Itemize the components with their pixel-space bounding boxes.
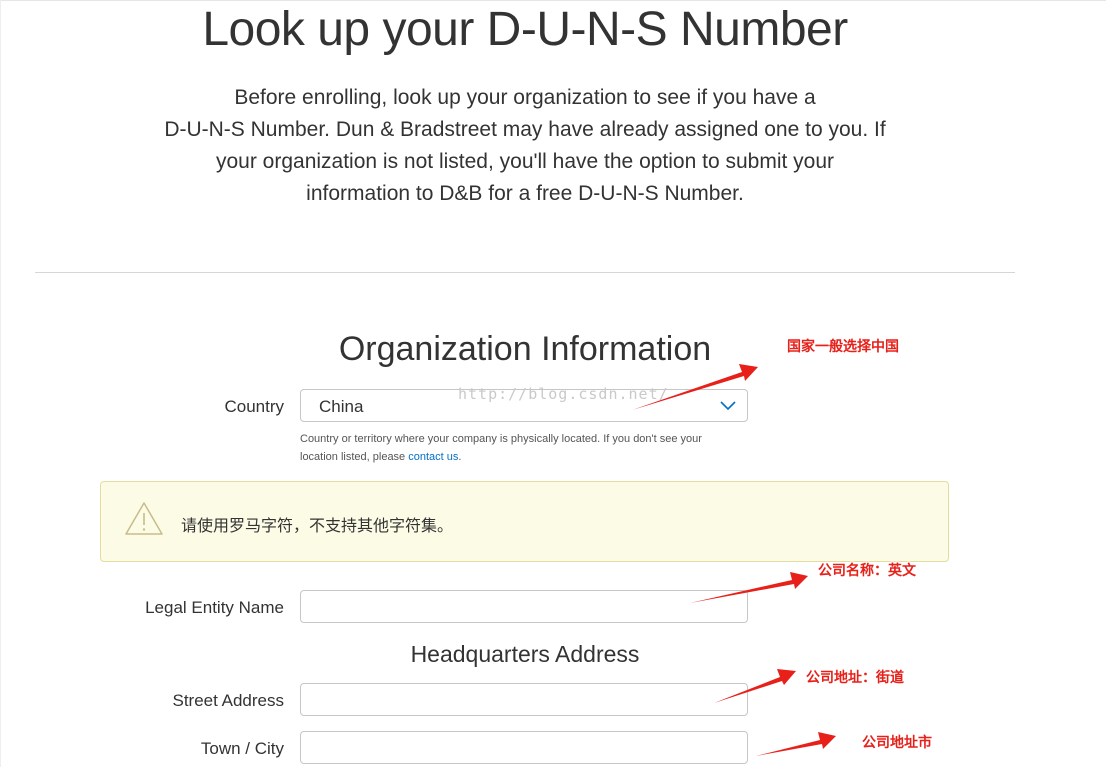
arrow-to-city <box>756 732 836 756</box>
annotation-street: 公司地址：街道 <box>806 670 904 686</box>
annotation-city: 公司地址市 <box>862 735 932 751</box>
arrow-to-legal-entity <box>690 572 808 603</box>
annotation-legal-entity: 公司名称：英文 <box>818 563 916 579</box>
annotation-country: 国家一般选择中国 <box>787 339 899 355</box>
arrow-to-street <box>714 669 796 703</box>
arrow-to-country <box>632 364 758 410</box>
annotation-arrows <box>632 364 836 756</box>
